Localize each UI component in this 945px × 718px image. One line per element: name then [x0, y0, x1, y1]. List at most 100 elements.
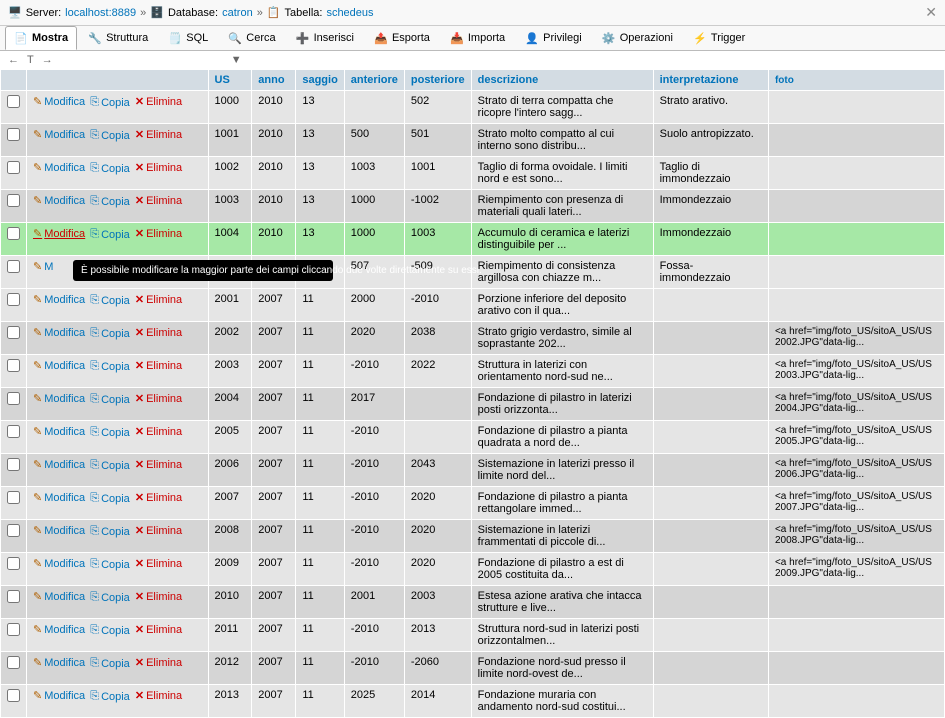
close-icon[interactable]: ✕ [925, 4, 937, 21]
row-checkbox[interactable] [7, 194, 20, 207]
edit-button[interactable]: ✎ Modifica [33, 656, 85, 669]
cell-anno[interactable]: 2007 [252, 454, 296, 487]
cell-interpretazione[interactable] [653, 487, 768, 520]
row-checkbox[interactable] [7, 656, 20, 669]
cell-anteriore[interactable]: -2010 [344, 520, 404, 553]
cell-anno[interactable]: 2007 [252, 520, 296, 553]
cell-descrizione[interactable]: Sistemazione in laterizi presso il limit… [471, 454, 653, 487]
cell-saggio[interactable]: 11 [296, 454, 344, 487]
tab-sql[interactable]: 🗒️SQL [159, 26, 217, 50]
cell-anteriore[interactable]: 2000 [344, 289, 404, 322]
cell-anno[interactable]: 2007 [252, 586, 296, 619]
cell-posteriore[interactable]: -1002 [404, 190, 471, 223]
cell-anteriore[interactable]: 2017 [344, 388, 404, 421]
cell-interpretazione[interactable]: Strato arativo. [653, 91, 768, 124]
cell-saggio[interactable]: 11 [296, 322, 344, 355]
cell-anteriore[interactable]: -2010 [344, 454, 404, 487]
edit-button[interactable]: ✎ Modifica [33, 689, 85, 702]
cell-posteriore[interactable]: 501 [404, 124, 471, 157]
row-checkbox[interactable] [7, 590, 20, 603]
col-foto[interactable]: foto [768, 70, 944, 91]
row-checkbox[interactable] [7, 326, 20, 339]
cell-foto[interactable]: <a href="img/foto_US/sitoA_US/US 2006.JP… [768, 454, 944, 487]
delete-button[interactable]: ✕ Elimina [135, 194, 182, 207]
cell-foto[interactable] [768, 223, 944, 256]
copy-button[interactable]: ⎘ Copia [90, 657, 130, 670]
cell-saggio[interactable]: 13 [296, 190, 344, 223]
cell-us[interactable]: 2012 [208, 652, 252, 685]
row-checkbox[interactable] [7, 227, 20, 240]
edit-button[interactable]: ✎ Modifica [33, 557, 85, 570]
cell-posteriore[interactable]: 2020 [404, 520, 471, 553]
delete-button[interactable]: ✕ Elimina [135, 293, 182, 306]
cell-foto[interactable] [768, 91, 944, 124]
delete-button[interactable]: ✕ Elimina [135, 326, 182, 339]
cell-descrizione[interactable]: Fondazione di pilastro a pianta quadrata… [471, 421, 653, 454]
cell-foto[interactable] [768, 289, 944, 322]
cell-posteriore[interactable]: 1003 [404, 223, 471, 256]
copy-button[interactable]: ⎘ Copia [90, 459, 130, 472]
cell-anteriore[interactable]: 2025 [344, 685, 404, 718]
cell-interpretazione[interactable] [653, 520, 768, 553]
col-interpretazione[interactable]: interpretazione [653, 70, 768, 91]
cell-descrizione[interactable]: Riempimento con presenza di materiali qu… [471, 190, 653, 223]
row-checkbox[interactable] [7, 392, 20, 405]
delete-button[interactable]: ✕ Elimina [135, 128, 182, 141]
edit-button[interactable]: ✎ Modifica [33, 194, 85, 207]
cell-anno[interactable]: 2007 [252, 553, 296, 586]
cell-anteriore[interactable]: 1000 [344, 223, 404, 256]
cell-posteriore[interactable]: 502 [404, 91, 471, 124]
cell-interpretazione[interactable]: Suolo antropizzato. [653, 124, 768, 157]
cell-us[interactable]: 1004 [208, 223, 252, 256]
cell-saggio[interactable]: 11 [296, 586, 344, 619]
cell-foto[interactable] [768, 256, 944, 289]
cell-foto[interactable]: <a href="img/foto_US/sitoA_US/US 2005.JP… [768, 421, 944, 454]
delete-button[interactable]: ✕ Elimina [135, 392, 182, 405]
cell-descrizione[interactable]: Strato molto compatto al cui interno son… [471, 124, 653, 157]
delete-button[interactable]: ✕ Elimina [135, 623, 182, 636]
cell-descrizione[interactable]: Sistemazione in laterizi frammentati di … [471, 520, 653, 553]
cell-us[interactable]: 2007 [208, 487, 252, 520]
delete-button[interactable]: ✕ Elimina [135, 524, 182, 537]
cell-anno[interactable]: 2007 [252, 487, 296, 520]
cell-anno[interactable]: 2010 [252, 91, 296, 124]
cell-foto[interactable]: <a href="img/foto_US/sitoA_US/US 2004.JP… [768, 388, 944, 421]
cell-us[interactable]: 2003 [208, 355, 252, 388]
edit-button[interactable]: ✎ Modifica [33, 227, 85, 240]
cell-posteriore[interactable]: 2003 [404, 586, 471, 619]
cell-saggio[interactable]: 13 [296, 91, 344, 124]
cell-interpretazione[interactable] [653, 421, 768, 454]
col-descrizione[interactable]: descrizione [471, 70, 653, 91]
edit-button[interactable]: ✎ Modifica [33, 425, 85, 438]
row-checkbox[interactable] [7, 95, 20, 108]
cell-saggio[interactable]: 11 [296, 487, 344, 520]
tab-trigger[interactable]: ⚡Trigger [684, 26, 754, 50]
copy-button[interactable]: ⎘ Copia [90, 195, 130, 208]
tab-inserisci[interactable]: ➕Inserisci [287, 26, 363, 50]
cell-us[interactable]: 2008 [208, 520, 252, 553]
cell-us[interactable]: 1002 [208, 157, 252, 190]
delete-button[interactable]: ✕ Elimina [135, 458, 182, 471]
cell-descrizione[interactable]: Strato grigio verdastro, simile al sopra… [471, 322, 653, 355]
cell-foto[interactable]: <a href="img/foto_US/sitoA_US/US 2009.JP… [768, 553, 944, 586]
delete-button[interactable]: ✕ Elimina [135, 359, 182, 372]
cell-anteriore[interactable]: 2020 [344, 322, 404, 355]
row-checkbox[interactable] [7, 425, 20, 438]
cell-descrizione[interactable]: Struttura in laterizi con orientamento n… [471, 355, 653, 388]
cell-us[interactable]: 2001 [208, 289, 252, 322]
cell-anno[interactable]: 2007 [252, 388, 296, 421]
cell-foto[interactable] [768, 652, 944, 685]
nav-right[interactable]: → [42, 54, 53, 66]
delete-button[interactable]: ✕ Elimina [135, 689, 182, 702]
cell-descrizione[interactable]: Fondazione nord-sud presso il limite nor… [471, 652, 653, 685]
cell-posteriore[interactable]: 2020 [404, 553, 471, 586]
edit-button[interactable]: ✎ Modifica [33, 326, 85, 339]
cell-interpretazione[interactable] [653, 289, 768, 322]
cell-descrizione[interactable]: Accumulo di ceramica e laterizi distingu… [471, 223, 653, 256]
cell-interpretazione[interactable] [653, 652, 768, 685]
delete-button[interactable]: ✕ Elimina [135, 227, 182, 240]
cell-us[interactable]: 1001 [208, 124, 252, 157]
cell-saggio[interactable]: 11 [296, 685, 344, 718]
cell-anno[interactable]: 2007 [252, 652, 296, 685]
edit-button[interactable]: ✎ Modifica [33, 161, 85, 174]
